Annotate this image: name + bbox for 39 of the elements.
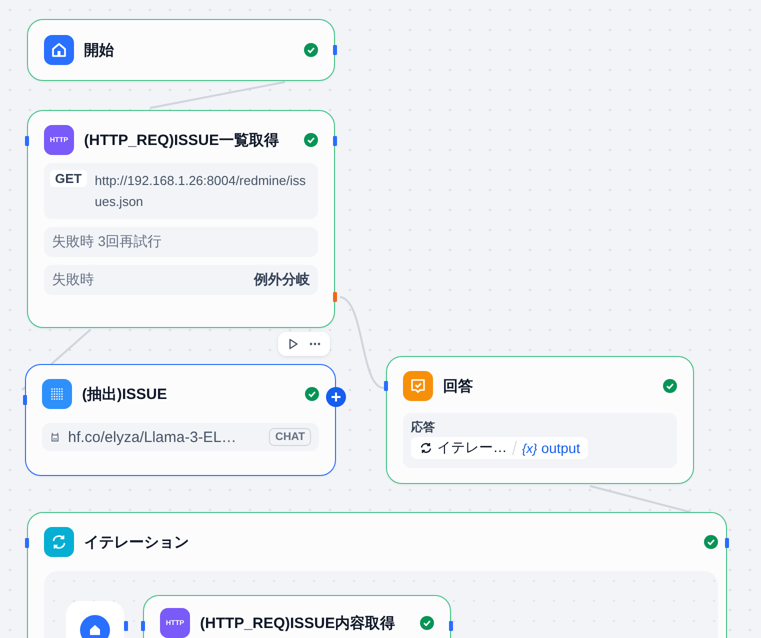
node-title: (抽出)ISSUE [82,384,168,404]
node-title: イテレーション [84,532,190,552]
home-icon [44,35,74,65]
url-text: http://192.168.1.26:8004/redmine/issues.json [94,172,307,211]
connection-handle[interactable] [141,621,145,631]
connection-handle[interactable] [384,381,388,391]
add-icon[interactable] [326,387,346,407]
source-name: イテレー… [437,439,507,457]
mode-badge: CHAT [269,428,311,446]
connection-handle[interactable] [449,621,453,631]
node-title: (HTTP_REQ)ISSUE内容取得 [200,614,396,632]
retry-text: 失敗時 3回再試行 [52,233,162,251]
error-handle[interactable] [333,292,337,302]
answer-node[interactable]: 回答 応答 イテレー… {x} output [386,356,694,484]
connection-handle[interactable] [725,538,729,548]
robot-icon [50,431,60,443]
connection-handle[interactable] [124,621,128,631]
connection-handle[interactable] [25,136,29,146]
dot-grid-icon [42,379,72,409]
variable-prefix: {x} [522,440,538,456]
connection-handle[interactable] [333,136,337,146]
connection-handle[interactable] [25,538,29,548]
node-title: (HTTP_REQ)ISSUE一覧取得 [84,130,280,150]
error-label: 失敗時 [52,271,94,289]
error-action: 例外分岐 [254,271,310,289]
model-name: hf.co/elyza/Llama-3-EL… [68,428,236,446]
node-title: 回答 [443,376,474,396]
connection-handle[interactable] [333,45,337,55]
method-badge: GET [50,170,87,187]
llm-node[interactable]: (抽出)ISSUE hf.co/elyza/Llama-3-EL… CHAT [25,364,336,476]
chat-check-icon [403,371,433,401]
refresh-icon [419,441,433,455]
refresh-icon [44,527,74,557]
node-title: 開始 [84,40,115,60]
connection-handle[interactable] [23,395,27,405]
field-label: 応答 [411,419,435,436]
home-icon [80,615,110,638]
start-node[interactable]: 開始 [27,19,335,81]
variable-name: output [541,440,580,456]
